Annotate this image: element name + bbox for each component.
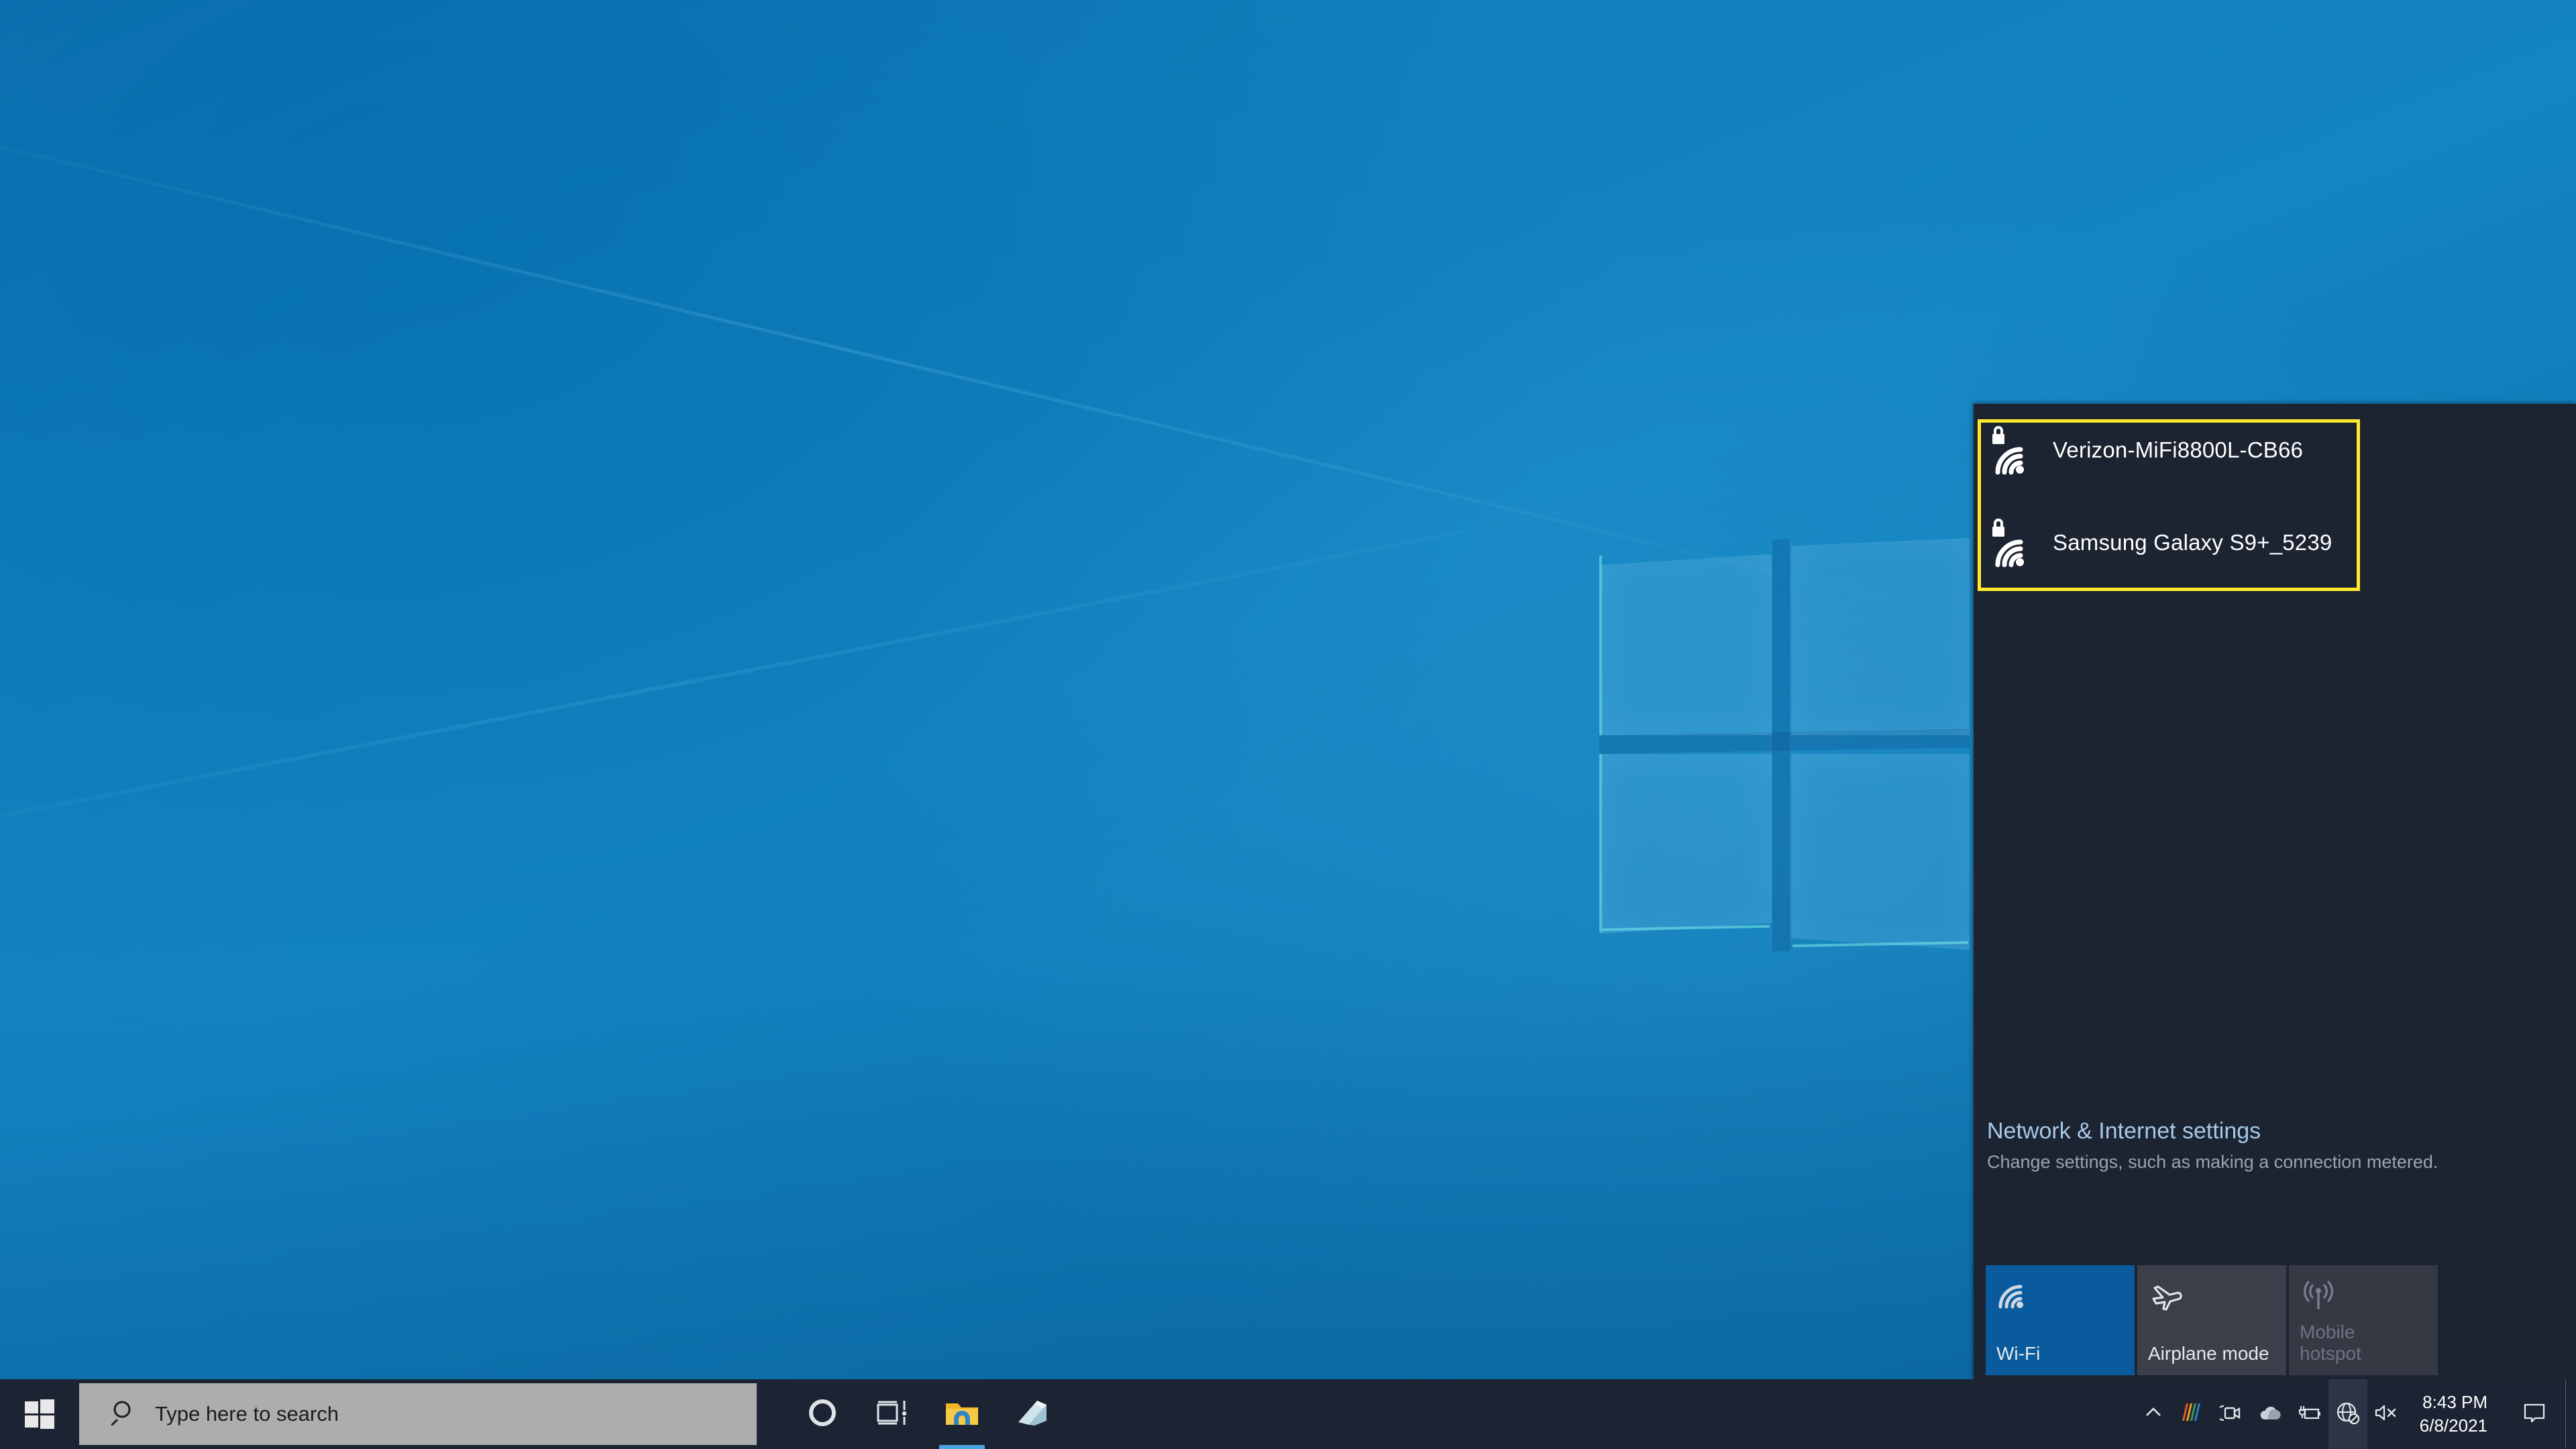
network-ssid: Samsung Galaxy S9+_5239	[2053, 530, 2332, 555]
network-settings-link[interactable]: Network & Internet settings Change setti…	[1974, 1117, 2576, 1174]
clock-date: 6/8/2021	[2419, 1415, 2487, 1436]
tray-app-icon[interactable]	[2173, 1379, 2212, 1449]
logo-pane-bottom-right	[1791, 754, 1970, 950]
sticky-notes-icon	[1014, 1398, 1049, 1431]
network-list: Verizon-MiFi8800L-CB66 Samsung Galaxy S9…	[1974, 404, 2576, 591]
colored-bars-icon	[2181, 1402, 2204, 1427]
search-placeholder: Type here to search	[155, 1402, 339, 1426]
battery-plug-icon	[2296, 1403, 2322, 1426]
task-view-icon	[875, 1398, 909, 1431]
start-button[interactable]	[0, 1379, 79, 1449]
globe-no-internet-icon	[2334, 1399, 2361, 1430]
webcam-icon	[2216, 1402, 2243, 1427]
airplane-icon	[2148, 1280, 2275, 1319]
logo-edge-left-top	[1599, 555, 1602, 735]
search-input[interactable]: Type here to search	[79, 1383, 757, 1445]
network-list-item[interactable]: Samsung Galaxy S9+_5239	[1974, 496, 2576, 589]
camera-tray-button[interactable]	[2212, 1379, 2251, 1449]
volume-tray-button[interactable]	[2367, 1379, 2406, 1449]
windows-hero-logo	[1597, 523, 1972, 951]
taskbar-app-file-explorer[interactable]	[927, 1379, 997, 1449]
network-settings-subtitle: Change settings, such as making a connec…	[1987, 1152, 2438, 1173]
network-settings-title: Network & Internet settings	[1987, 1118, 2261, 1144]
wifi-lock-icon	[1986, 514, 2038, 572]
taskbar-clock[interactable]: 8:43 PM 6/8/2021	[2406, 1379, 2504, 1449]
taskbar-app-cortana[interactable]	[788, 1379, 857, 1449]
network-ssid: Verizon-MiFi8800L-CB66	[2053, 437, 2304, 462]
quick-action-label: Airplane mode	[2148, 1343, 2269, 1364]
speaker-muted-icon	[2373, 1403, 2400, 1426]
quick-action-label: Mobile hotspot	[2300, 1322, 2361, 1364]
action-center-button[interactable]	[2504, 1379, 2565, 1449]
logo-edge-left-bottom	[1599, 754, 1602, 932]
quick-action-label: Wi-Fi	[1996, 1343, 2041, 1364]
wifi-icon	[1996, 1280, 2124, 1319]
search-icon	[111, 1400, 137, 1429]
file-explorer-icon	[945, 1398, 979, 1431]
show-hidden-icons-button[interactable]	[2134, 1379, 2173, 1449]
quick-action-airplane-mode[interactable]: Airplane mode	[2137, 1265, 2286, 1375]
quick-action-wifi[interactable]: Wi-Fi	[1986, 1265, 2135, 1375]
logo-pane-top-left	[1601, 554, 1772, 735]
battery-tray-button[interactable]	[2290, 1379, 2328, 1449]
app-running-indicator	[939, 1445, 985, 1449]
wifi-lock-icon	[1986, 421, 2038, 479]
network-tray-button[interactable]	[2328, 1379, 2367, 1449]
logo-pane-bottom-left	[1601, 754, 1772, 934]
chevron-up-icon	[2144, 1403, 2163, 1426]
taskbar: Type here to search 8:43 PM 6/8/2021	[0, 1379, 2576, 1449]
action-center-icon	[2522, 1401, 2546, 1428]
taskbar-app-buttons	[788, 1379, 1067, 1449]
system-tray: 8:43 PM 6/8/2021	[2134, 1379, 2576, 1449]
taskbar-app-task-view[interactable]	[857, 1379, 927, 1449]
taskbar-app-sticky-notes[interactable]	[997, 1379, 1067, 1449]
logo-pane-top-right	[1791, 538, 1970, 735]
network-flyout-panel: Verizon-MiFi8800L-CB66 Samsung Galaxy S9…	[1974, 404, 2576, 1379]
network-list-item[interactable]: Verizon-MiFi8800L-CB66	[1974, 404, 2576, 496]
onedrive-tray-button[interactable]	[2251, 1379, 2290, 1449]
cloud-icon	[2258, 1403, 2282, 1426]
quick-action-tiles: Wi-Fi Airplane mode Mobile hotspot	[1986, 1265, 2576, 1375]
quick-action-mobile-hotspot[interactable]: Mobile hotspot	[2289, 1265, 2438, 1375]
wallpaper-light-beam-bottom	[0, 482, 1705, 896]
hotspot-icon	[2300, 1280, 2427, 1319]
clock-time: 8:43 PM	[2422, 1392, 2487, 1413]
cortana-circle-icon	[806, 1397, 839, 1432]
show-desktop-button[interactable]	[2565, 1379, 2576, 1449]
